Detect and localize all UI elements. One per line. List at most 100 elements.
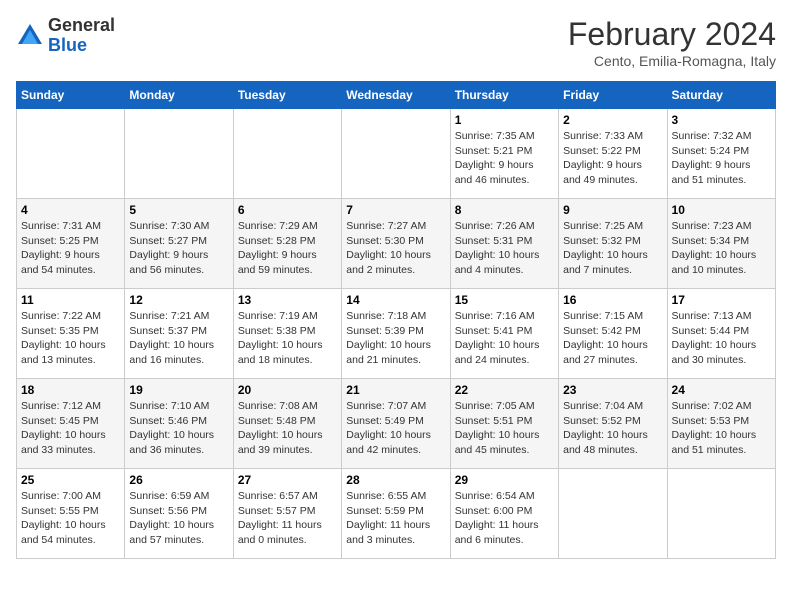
day-header-friday: Friday	[559, 82, 667, 109]
day-number: 7	[346, 203, 445, 217]
calendar-cell: 25Sunrise: 7:00 AM Sunset: 5:55 PM Dayli…	[17, 469, 125, 559]
calendar-cell: 15 Sunrise: 7:16 AM Sunset: 5:41 PM Dayli…	[450, 289, 558, 379]
day-number: 28	[346, 473, 445, 487]
day-number: 24	[672, 383, 771, 397]
logo-general-text: General	[48, 15, 115, 35]
calendar-cell: 22 Sunrise: 7:05 AM Sunset: 5:51 PM Dayli…	[450, 379, 558, 469]
calendar-cell: 24 Sunrise: 7:02 AM Sunset: 5:53 PM Dayli…	[667, 379, 775, 469]
calendar-cell	[342, 109, 450, 199]
calendar-cell	[667, 469, 775, 559]
calendar-cell: 23Sunrise: 7:04 AM Sunset: 5:52 PM Dayli…	[559, 379, 667, 469]
day-header-monday: Monday	[125, 82, 233, 109]
day-number: 18	[21, 383, 120, 397]
calendar-cell: 18 Sunrise: 7:12 AM Sunset: 5:45 PM Dayli…	[17, 379, 125, 469]
day-number: 19	[129, 383, 228, 397]
day-number: 25	[21, 473, 120, 487]
calendar-cell	[233, 109, 341, 199]
day-info: Sunrise: 7:27 AM Sunset: 5:30 PM Dayligh…	[346, 219, 445, 278]
location: Cento, Emilia-Romagna, Italy	[568, 53, 776, 69]
day-number: 10	[672, 203, 771, 217]
week-row-1: 1 Sunrise: 7:35 AM Sunset: 5:21 PM Daylig…	[17, 109, 776, 199]
day-info: Sunrise: 6:54 AM Sunset: 6:00 PM Dayligh…	[455, 489, 554, 548]
day-info: Sunrise: 7:26 AM Sunset: 5:31 PM Dayligh…	[455, 219, 554, 278]
day-info: Sunrise: 7:35 AM Sunset: 5:21 PM Dayligh…	[455, 129, 554, 188]
day-number: 20	[238, 383, 337, 397]
calendar-cell: 28 Sunrise: 6:55 AM Sunset: 5:59 PM Dayli…	[342, 469, 450, 559]
day-info: Sunrise: 7:16 AM Sunset: 5:41 PM Dayligh…	[455, 309, 554, 368]
day-number: 26	[129, 473, 228, 487]
calendar-cell: 20 Sunrise: 7:08 AM Sunset: 5:48 PM Dayli…	[233, 379, 341, 469]
calendar-cell: 13 Sunrise: 7:19 AM Sunset: 5:38 PM Dayli…	[233, 289, 341, 379]
day-number: 8	[455, 203, 554, 217]
day-info: Sunrise: 7:02 AM Sunset: 5:53 PM Dayligh…	[672, 399, 771, 458]
day-number: 23	[563, 383, 662, 397]
week-row-4: 18 Sunrise: 7:12 AM Sunset: 5:45 PM Dayli…	[17, 379, 776, 469]
day-header-thursday: Thursday	[450, 82, 558, 109]
calendar-cell: 16 Sunrise: 7:15 AM Sunset: 5:42 PM Dayli…	[559, 289, 667, 379]
day-number: 12	[129, 293, 228, 307]
day-info: Sunrise: 7:07 AM Sunset: 5:49 PM Dayligh…	[346, 399, 445, 458]
day-number: 14	[346, 293, 445, 307]
day-info: Sunrise: 7:25 AM Sunset: 5:32 PM Dayligh…	[563, 219, 662, 278]
day-number: 15	[455, 293, 554, 307]
day-info: Sunrise: 7:05 AM Sunset: 5:51 PM Dayligh…	[455, 399, 554, 458]
logo-blue-text: Blue	[48, 35, 87, 55]
day-info: Sunrise: 7:29 AM Sunset: 5:28 PM Dayligh…	[238, 219, 337, 278]
day-number: 27	[238, 473, 337, 487]
calendar-cell: 4 Sunrise: 7:31 AM Sunset: 5:25 PM Daylig…	[17, 199, 125, 289]
day-number: 22	[455, 383, 554, 397]
day-info: Sunrise: 7:31 AM Sunset: 5:25 PM Dayligh…	[21, 219, 120, 278]
day-info: Sunrise: 7:15 AM Sunset: 5:42 PM Dayligh…	[563, 309, 662, 368]
day-header-sunday: Sunday	[17, 82, 125, 109]
day-number: 3	[672, 113, 771, 127]
calendar-cell: 3 Sunrise: 7:32 AM Sunset: 5:24 PM Daylig…	[667, 109, 775, 199]
day-info: Sunrise: 6:59 AM Sunset: 5:56 PM Dayligh…	[129, 489, 228, 548]
calendar-cell: 27 Sunrise: 6:57 AM Sunset: 5:57 PM Dayli…	[233, 469, 341, 559]
calendar-cell: 29 Sunrise: 6:54 AM Sunset: 6:00 PM Dayli…	[450, 469, 558, 559]
day-number: 17	[672, 293, 771, 307]
day-number: 11	[21, 293, 120, 307]
logo-text: General Blue	[48, 16, 115, 56]
calendar-table: SundayMondayTuesdayWednesdayThursdayFrid…	[16, 81, 776, 559]
calendar-cell: 7 Sunrise: 7:27 AM Sunset: 5:30 PM Daylig…	[342, 199, 450, 289]
day-number: 2	[563, 113, 662, 127]
week-row-2: 4 Sunrise: 7:31 AM Sunset: 5:25 PM Daylig…	[17, 199, 776, 289]
day-number: 9	[563, 203, 662, 217]
day-info: Sunrise: 7:13 AM Sunset: 5:44 PM Dayligh…	[672, 309, 771, 368]
calendar-cell	[17, 109, 125, 199]
day-info: Sunrise: 7:18 AM Sunset: 5:39 PM Dayligh…	[346, 309, 445, 368]
day-info: Sunrise: 7:22 AM Sunset: 5:35 PM Dayligh…	[21, 309, 120, 368]
calendar-cell: 1 Sunrise: 7:35 AM Sunset: 5:21 PM Daylig…	[450, 109, 558, 199]
day-info: Sunrise: 7:19 AM Sunset: 5:38 PM Dayligh…	[238, 309, 337, 368]
day-info: Sunrise: 6:55 AM Sunset: 5:59 PM Dayligh…	[346, 489, 445, 548]
day-header-saturday: Saturday	[667, 82, 775, 109]
day-info: Sunrise: 7:08 AM Sunset: 5:48 PM Dayligh…	[238, 399, 337, 458]
page-header: General Blue February 2024 Cento, Emilia…	[16, 16, 776, 69]
day-info: Sunrise: 7:30 AM Sunset: 5:27 PM Dayligh…	[129, 219, 228, 278]
day-number: 1	[455, 113, 554, 127]
days-header-row: SundayMondayTuesdayWednesdayThursdayFrid…	[17, 82, 776, 109]
day-number: 5	[129, 203, 228, 217]
calendar-cell: 2 Sunrise: 7:33 AM Sunset: 5:22 PM Daylig…	[559, 109, 667, 199]
calendar-cell: 26 Sunrise: 6:59 AM Sunset: 5:56 PM Dayli…	[125, 469, 233, 559]
day-info: Sunrise: 7:32 AM Sunset: 5:24 PM Dayligh…	[672, 129, 771, 188]
day-info: Sunrise: 7:33 AM Sunset: 5:22 PM Dayligh…	[563, 129, 662, 188]
day-number: 29	[455, 473, 554, 487]
calendar-cell: 12Sunrise: 7:21 AM Sunset: 5:37 PM Dayli…	[125, 289, 233, 379]
month-title: February 2024	[568, 16, 776, 53]
calendar-cell: 10Sunrise: 7:23 AM Sunset: 5:34 PM Dayli…	[667, 199, 775, 289]
day-number: 13	[238, 293, 337, 307]
calendar-cell: 11 Sunrise: 7:22 AM Sunset: 5:35 PM Dayli…	[17, 289, 125, 379]
day-info: Sunrise: 6:57 AM Sunset: 5:57 PM Dayligh…	[238, 489, 337, 548]
title-block: February 2024 Cento, Emilia-Romagna, Ita…	[568, 16, 776, 69]
day-number: 4	[21, 203, 120, 217]
day-info: Sunrise: 7:12 AM Sunset: 5:45 PM Dayligh…	[21, 399, 120, 458]
day-number: 21	[346, 383, 445, 397]
calendar-cell	[559, 469, 667, 559]
logo: General Blue	[16, 16, 115, 56]
day-header-wednesday: Wednesday	[342, 82, 450, 109]
calendar-cell: 17 Sunrise: 7:13 AM Sunset: 5:44 PM Dayli…	[667, 289, 775, 379]
calendar-cell: 19Sunrise: 7:10 AM Sunset: 5:46 PM Dayli…	[125, 379, 233, 469]
day-number: 16	[563, 293, 662, 307]
week-row-5: 25Sunrise: 7:00 AM Sunset: 5:55 PM Dayli…	[17, 469, 776, 559]
